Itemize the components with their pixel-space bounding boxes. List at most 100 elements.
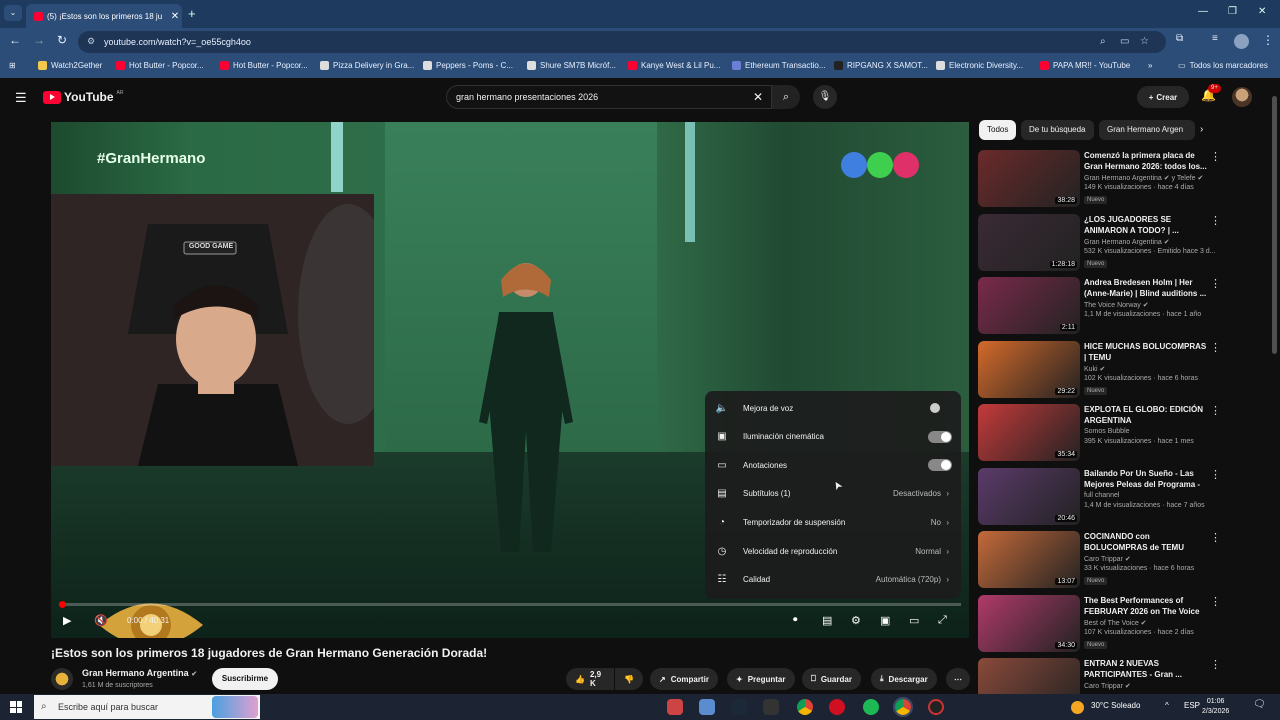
profile-avatar[interactable] bbox=[1234, 34, 1249, 49]
recommendation-item[interactable]: 2:11 Andrea Bredesen Holm | Her (Anne-Mar… bbox=[978, 277, 1268, 335]
clear-search-icon[interactable]: ✕ bbox=[753, 86, 763, 108]
recommendation-item[interactable]: 1:28:18 ¿LOS JUGADORES SE ANIMARON A TODO… bbox=[978, 213, 1268, 272]
video-thumbnail[interactable]: 2:11 bbox=[978, 277, 1080, 334]
address-bar[interactable]: ⚙ youtube.com/watch?v=_oe55cgh4oo ⌕ ▭ ☆ bbox=[78, 31, 1166, 53]
filter-chip[interactable]: Todos bbox=[979, 120, 1017, 140]
video-thumbnail[interactable] bbox=[978, 658, 1080, 694]
video-thumbnail[interactable]: 29:22 bbox=[978, 340, 1080, 398]
chrome-active-icon[interactable] bbox=[893, 697, 913, 717]
settings-row[interactable]: ◷ Velocidad de reproducción Normal › bbox=[705, 537, 961, 565]
all-bookmarks[interactable]: ▭ Todos los marcadores bbox=[1178, 61, 1268, 70]
like-button[interactable]: 👍 2,9 K bbox=[566, 668, 614, 690]
video-thumbnail[interactable]: 13:07 bbox=[978, 531, 1080, 588]
subscribe-button[interactable]: Suscribirme bbox=[212, 668, 278, 690]
zoom-icon[interactable]: ⌕ bbox=[1100, 36, 1106, 47]
spotify-icon[interactable] bbox=[863, 699, 879, 715]
bookmark-item[interactable]: Hot Butter - Popcor... bbox=[116, 61, 204, 70]
tab-search-button[interactable]: ⌄ bbox=[4, 5, 22, 21]
settings-row[interactable]: ☷ Calidad Automática (720p) › bbox=[705, 566, 961, 594]
maximize-icon[interactable]: ❐ bbox=[1228, 6, 1237, 17]
share-button[interactable]: ↗ Compartir bbox=[650, 668, 718, 690]
back-icon[interactable]: ← bbox=[9, 33, 21, 47]
recommendation-item[interactable]: 35:34 EXPLOTA EL GLOBO: EDICIÓN ARGENTINA… bbox=[978, 404, 1268, 462]
recommendation-item[interactable]: 29:22 HICE MUCHAS BOLUCOMPRAS | TEMU Kuki … bbox=[978, 340, 1268, 399]
app-icon[interactable] bbox=[667, 699, 683, 715]
fullscreen-icon[interactable]: ⤢ bbox=[938, 614, 947, 627]
browser-tab-active[interactable]: (5) ¡Estos son los primeros 18 ju ✕ bbox=[26, 4, 182, 28]
recommendation-item[interactable]: 20:46 Bailando Por Un Sueño - Las Mejores… bbox=[978, 467, 1268, 526]
search-button[interactable]: ⌕ bbox=[772, 85, 800, 109]
video-thumbnail[interactable]: 34:30 bbox=[978, 594, 1080, 652]
mute-icon[interactable]: 🔇 bbox=[94, 614, 108, 627]
more-options-icon[interactable]: ⋮ bbox=[1210, 341, 1221, 354]
dislike-button[interactable]: 👎 bbox=[615, 668, 643, 690]
bookmark-item[interactable]: Peppers - Poms - C... bbox=[423, 61, 513, 70]
save-button[interactable]: ⎕ Guardar bbox=[802, 668, 861, 690]
play-icon[interactable]: ▶ bbox=[63, 614, 71, 627]
bookmark-item[interactable]: Electronic Diversity... bbox=[936, 61, 1023, 70]
chips-next-icon[interactable]: › bbox=[1200, 124, 1203, 135]
more-options-icon[interactable]: ⋮ bbox=[1210, 468, 1221, 481]
bookmark-star-icon[interactable]: ☆ bbox=[1140, 36, 1149, 47]
cast-icon[interactable]: ▭ bbox=[1120, 36, 1129, 47]
create-button[interactable]: + Crear bbox=[1137, 86, 1189, 108]
settings-row[interactable]: ▣ Iluminación cinemática bbox=[705, 423, 961, 451]
taskbar-clock[interactable]: 01:06 2/3/2026 bbox=[1202, 697, 1229, 717]
bookmark-item[interactable]: Watch2Gether bbox=[38, 61, 102, 70]
language-indicator[interactable]: ESP bbox=[1184, 701, 1200, 710]
tray-chevron-icon[interactable]: ^ bbox=[1165, 701, 1169, 710]
bookmark-item[interactable]: Pizza Delivery in Gra... bbox=[320, 61, 414, 70]
miniplayer-icon[interactable]: ▣ bbox=[880, 614, 890, 627]
ask-button[interactable]: ✦ Preguntar bbox=[727, 668, 795, 690]
obs-icon[interactable] bbox=[928, 699, 944, 715]
chrome-icon[interactable] bbox=[797, 699, 813, 715]
menu-icon[interactable]: ☰ bbox=[15, 90, 27, 106]
more-options-icon[interactable]: ⋮ bbox=[1210, 595, 1221, 608]
cast-tv-icon[interactable]: ▭ bbox=[909, 614, 919, 627]
settings-row[interactable]: 🔈 Mejora de voz bbox=[705, 394, 961, 422]
extensions-icon[interactable]: ⧉ bbox=[1176, 33, 1183, 44]
forward-icon[interactable]: → bbox=[33, 33, 45, 47]
youtube-logo[interactable]: YouTube AR bbox=[43, 90, 124, 104]
voice-search-button[interactable]: 🎙 bbox=[813, 85, 837, 109]
video-thumbnail[interactable]: 38:28 bbox=[978, 150, 1080, 207]
epic-games-icon[interactable] bbox=[763, 699, 779, 715]
bookmark-item[interactable]: Kanye West & Lil Pu... bbox=[628, 61, 720, 70]
windows-start-icon[interactable] bbox=[10, 701, 22, 713]
video-thumbnail[interactable]: 1:28:18 bbox=[978, 213, 1080, 271]
new-tab-button[interactable]: + bbox=[188, 6, 196, 21]
toggle-switch[interactable] bbox=[928, 459, 952, 472]
media-icon[interactable]: ≡ bbox=[1212, 33, 1218, 44]
download-button[interactable]: ⤓ Descargar bbox=[871, 668, 937, 690]
bookmark-item[interactable]: RIPGANG X SAMOT... bbox=[834, 61, 928, 70]
recommendation-item[interactable]: 13:07 COCINANDO con BOLUCOMPRAS de TEMU Ca… bbox=[978, 531, 1268, 589]
browser-menu-icon[interactable]: ⋮ bbox=[1262, 33, 1274, 47]
autoplay-toggle-icon[interactable]: ⏺ bbox=[793, 614, 798, 625]
opera-icon[interactable] bbox=[829, 699, 845, 715]
toggle-switch[interactable] bbox=[928, 430, 952, 443]
more-options-icon[interactable]: ⋮ bbox=[1210, 277, 1221, 290]
site-info-icon[interactable]: ⚙ bbox=[87, 36, 95, 47]
video-thumbnail[interactable]: 35:34 bbox=[978, 404, 1080, 461]
settings-row[interactable]: ▭ Anotaciones bbox=[705, 451, 961, 479]
bookmark-item[interactable]: Ethereum Transactio... bbox=[732, 61, 825, 70]
more-options-icon[interactable]: ⋮ bbox=[1210, 658, 1221, 671]
scrubber-handle[interactable] bbox=[59, 601, 66, 608]
settings-gear-icon[interactable]: ⚙ bbox=[851, 614, 861, 627]
more-bookmarks-icon[interactable]: » bbox=[1148, 61, 1152, 70]
close-window-icon[interactable]: ✕ bbox=[1258, 6, 1266, 17]
more-options-icon[interactable]: ⋮ bbox=[1210, 531, 1221, 544]
subtitles-button-icon[interactable]: ▤ bbox=[822, 614, 832, 627]
filter-chip[interactable]: Gran Hermano Argen bbox=[1099, 120, 1195, 140]
apps-icon[interactable]: ⊞ bbox=[9, 61, 16, 70]
more-actions-button[interactable]: ⋯ bbox=[946, 668, 970, 690]
more-options-icon[interactable]: ⋮ bbox=[1210, 214, 1221, 227]
notifications-icon[interactable]: 🗨 bbox=[1253, 699, 1266, 710]
close-tab-icon[interactable]: ✕ bbox=[168, 11, 182, 22]
recommendation-item[interactable]: 38:28 Comenzó la primera placa de Gran He… bbox=[978, 150, 1268, 208]
recommendation-item[interactable]: 34:30 The Best Performances of FEBRUARY 2… bbox=[978, 594, 1268, 653]
recommendation-item[interactable]: ENTRAN 2 NUEVAS PARTICIPANTES - Gran ...… bbox=[978, 658, 1268, 694]
channel-name[interactable]: Gran Hermano Argentina ✔ bbox=[82, 668, 197, 678]
bookmark-item[interactable]: Shure SM7B Micróf... bbox=[527, 61, 616, 70]
progress-bar[interactable] bbox=[59, 601, 961, 608]
